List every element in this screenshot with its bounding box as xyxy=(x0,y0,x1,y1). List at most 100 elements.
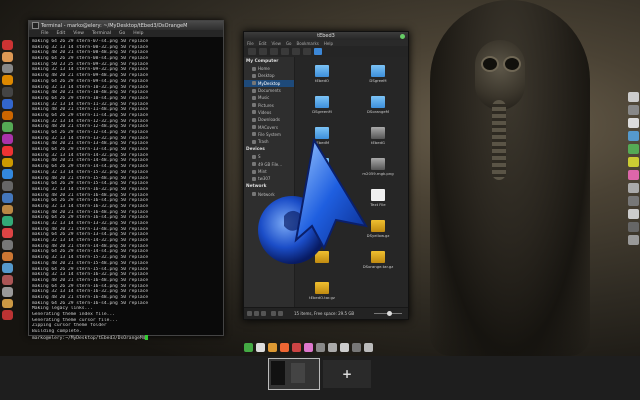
terminal-window[interactable]: Terminal - marko@elery: ~/MyDesktop/tEbe… xyxy=(28,20,224,340)
home-icon[interactable] xyxy=(292,48,300,55)
folder-icon xyxy=(371,65,385,77)
fm-menu-view[interactable]: View xyxy=(271,41,281,46)
icon-view-icon[interactable] xyxy=(271,311,276,316)
video-icon[interactable] xyxy=(1,228,13,238)
terminal-prompt[interactable]: marko@elery:~/MyDesktop/tEbed3/DsOrangeM… xyxy=(32,334,220,340)
fm-menu-go[interactable]: Go xyxy=(286,41,292,46)
sidebar-place-icon xyxy=(252,95,256,100)
monitor-icon[interactable] xyxy=(1,286,13,297)
editor-icon[interactable] xyxy=(1,98,13,109)
battery-icon[interactable] xyxy=(627,222,639,232)
sidebar-item-home[interactable]: Home xyxy=(244,65,294,72)
smiley-icon[interactable] xyxy=(627,157,639,167)
display-icon[interactable] xyxy=(627,209,639,219)
sidebar-item-desktop[interactable]: Desktop xyxy=(244,72,294,79)
breadcrumb-folder-icon[interactable] xyxy=(314,48,322,55)
browser-icon[interactable] xyxy=(1,169,13,179)
forward-arrow-icon[interactable] xyxy=(259,48,267,55)
update-icon[interactable] xyxy=(1,122,13,132)
file-item[interactable]: DSgreenM xyxy=(307,96,337,114)
photo-icon[interactable] xyxy=(627,170,639,180)
show-tree-icon[interactable] xyxy=(254,311,259,316)
terminal-menu-edit[interactable]: Edit xyxy=(57,31,66,36)
terminal-icon[interactable] xyxy=(328,343,337,352)
network-icon[interactable] xyxy=(1,192,13,203)
fm-menu-edit[interactable]: Edit xyxy=(259,41,267,46)
calendar-icon[interactable] xyxy=(627,118,639,128)
file-name: tEbedO xyxy=(314,78,330,83)
terminal-menu-file[interactable]: File xyxy=(41,31,49,36)
firefox-icon[interactable] xyxy=(1,51,13,62)
file-item[interactable]: DSgreeM xyxy=(363,65,393,83)
image-viewer-icon[interactable] xyxy=(1,204,13,215)
file-item[interactable]: tEbedO.tar.gz xyxy=(307,282,337,300)
power-icon[interactable] xyxy=(1,310,13,320)
chat-icon[interactable] xyxy=(1,263,13,273)
archive-icon[interactable] xyxy=(1,157,13,168)
cpu-monitor-icon[interactable] xyxy=(627,105,639,115)
notes-icon[interactable] xyxy=(1,298,13,309)
up-arrow-icon[interactable] xyxy=(270,48,278,55)
trash-icon[interactable] xyxy=(627,235,639,245)
keyboard-icon[interactable] xyxy=(627,183,639,193)
settings-icon[interactable] xyxy=(352,343,361,352)
sidebar-item-videos[interactable]: Videos xyxy=(244,109,294,116)
terminal-cursor xyxy=(145,334,149,340)
firefox-icon[interactable] xyxy=(280,343,289,352)
computer-icon[interactable] xyxy=(303,48,311,55)
reload-icon[interactable] xyxy=(281,48,289,55)
game-icon[interactable] xyxy=(1,275,13,285)
sidebar-item-pictures[interactable]: Pictures xyxy=(244,101,294,108)
mint-menu-icon[interactable] xyxy=(244,343,253,352)
sidebar-item-mydesktop[interactable]: MyDesktop xyxy=(244,79,294,87)
terminal-titlebar[interactable]: Terminal - marko@elery: ~/MyDesktop/tEbe… xyxy=(29,21,223,30)
image-editor-icon[interactable] xyxy=(304,343,313,352)
add-workspace-button[interactable]: + xyxy=(323,360,371,388)
close-icon[interactable] xyxy=(400,33,405,39)
file-item[interactable]: tEbedO xyxy=(307,65,337,83)
folder-icon xyxy=(371,96,385,108)
files-icon[interactable] xyxy=(1,75,13,85)
terminal-menu-go[interactable]: Go xyxy=(119,31,125,36)
terminal-menu-view[interactable]: View xyxy=(73,31,84,36)
workspace-1-thumbnail[interactable] xyxy=(268,358,320,390)
weather-icon[interactable] xyxy=(627,131,639,141)
system-monitor-icon[interactable] xyxy=(316,343,325,352)
sidebar-place-icon xyxy=(252,73,256,78)
package-icon[interactable] xyxy=(1,110,13,121)
app-launcher-icon[interactable] xyxy=(1,40,13,50)
music-icon[interactable] xyxy=(1,216,13,226)
chrome-icon[interactable] xyxy=(1,145,13,156)
sidebar-item-downloads[interactable]: Downloads xyxy=(244,116,294,123)
sidebar-item-music[interactable]: Music xyxy=(244,94,294,101)
browser-icon[interactable] xyxy=(292,343,301,352)
zoom-slider-handle[interactable] xyxy=(387,311,392,316)
terminal-icon[interactable] xyxy=(1,87,13,97)
printer-icon[interactable] xyxy=(627,196,639,206)
terminal-menu-terminal[interactable]: Terminal xyxy=(92,31,111,36)
disk-icon[interactable] xyxy=(1,181,13,191)
archive-manager-icon[interactable] xyxy=(340,343,349,352)
clock-icon[interactable] xyxy=(627,92,639,102)
fm-menu-file[interactable]: File xyxy=(247,41,254,46)
hide-sidebar-icon[interactable] xyxy=(261,311,266,316)
text-editor-icon[interactable] xyxy=(256,343,265,352)
terminal-menu-help[interactable]: Help xyxy=(133,31,143,36)
media-icon[interactable] xyxy=(1,134,13,144)
calculator-icon[interactable] xyxy=(1,239,13,250)
list-view-icon[interactable] xyxy=(278,311,283,316)
trash-icon[interactable] xyxy=(364,343,373,352)
volume-icon[interactable] xyxy=(627,144,639,154)
show-places-icon[interactable] xyxy=(247,311,252,316)
terminal-output[interactable]: making 64 26 29 stern-07-s4.png 50 repla… xyxy=(29,37,223,342)
fm-menu-help[interactable]: Help xyxy=(324,41,333,46)
settings-icon[interactable] xyxy=(1,63,13,74)
fm-title: tEbed3 xyxy=(317,33,335,39)
mail-icon[interactable] xyxy=(1,251,13,262)
back-arrow-icon[interactable] xyxy=(248,48,256,55)
fm-menu-bookmarks[interactable]: Bookmarks xyxy=(297,41,319,46)
sidebar-item-documents[interactable]: Documents xyxy=(244,87,294,94)
fm-titlebar[interactable]: tEbed3 xyxy=(244,32,408,40)
file-item[interactable]: DSorangeM xyxy=(363,96,393,114)
folder-icon[interactable] xyxy=(268,343,277,352)
